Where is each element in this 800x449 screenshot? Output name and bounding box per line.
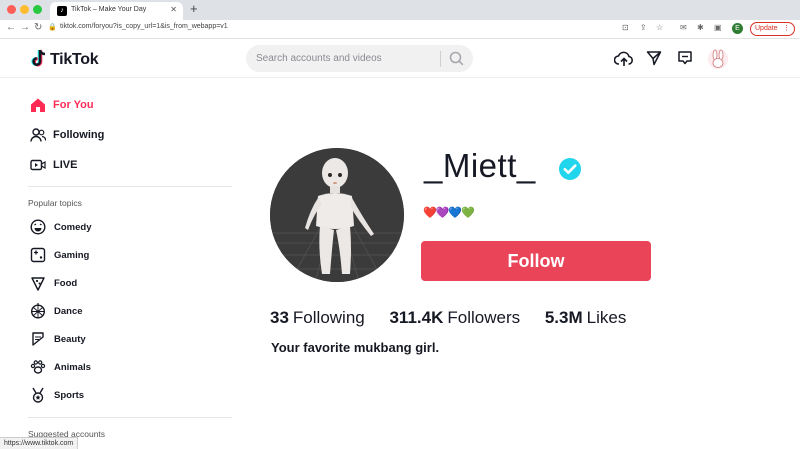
topic-label: Food: [54, 278, 78, 289]
browser-tabbar: ♪ TikTok – Make Your Day ✕ +: [0, 0, 800, 20]
tab-close-icon[interactable]: ✕: [170, 5, 177, 14]
followers-stat[interactable]: 311.4K Followers: [389, 308, 520, 328]
home-icon: [31, 98, 45, 112]
close-window-button[interactable]: [7, 5, 16, 14]
browser-tab[interactable]: ♪ TikTok – Make Your Day ✕: [50, 2, 183, 20]
profile-hearts: ❤️💜💙💚: [423, 207, 475, 219]
topic-label: Gaming: [54, 250, 90, 261]
extensions-icon[interactable]: ✱: [697, 23, 704, 32]
profile-avatar[interactable]: [270, 148, 404, 282]
logo-text: TikTok: [50, 51, 99, 68]
dance-icon: [30, 303, 46, 319]
popular-topics-title: Popular topics: [28, 198, 82, 208]
topic-label: Sports: [54, 390, 85, 401]
nav-label: Following: [53, 129, 105, 141]
profile-username: _Miett_: [424, 147, 536, 184]
update-button[interactable]: Update ⋮: [750, 22, 795, 36]
beauty-icon: [32, 332, 44, 346]
mail-icon[interactable]: ✉: [680, 23, 687, 32]
address-bar[interactable]: tiktok.com/foryou?is_copy_url=1&is_from_…: [60, 23, 228, 30]
sports-icon: [32, 387, 44, 403]
share-icon[interactable]: ⇪: [640, 23, 647, 32]
tiktok-logo-icon: [31, 49, 46, 67]
bunny-avatar-icon: [708, 49, 728, 69]
send-icon[interactable]: [646, 50, 662, 66]
gaming-icon: [30, 247, 46, 263]
likes-stat: 5.3M Likes: [545, 308, 626, 328]
topic-label: Dance: [54, 306, 83, 317]
upload-icon[interactable]: [614, 50, 634, 68]
new-tab-button[interactable]: +: [190, 1, 198, 16]
topic-label: Animals: [54, 362, 91, 373]
search-divider: [440, 51, 441, 67]
profile-bio: Your favorite mukbang girl.: [271, 340, 440, 355]
bookmark-star-icon[interactable]: ☆: [656, 23, 663, 32]
stat-value: 33: [270, 308, 289, 327]
back-icon[interactable]: ←: [6, 22, 16, 33]
tab-title: TikTok – Make Your Day: [71, 6, 147, 13]
food-icon: [31, 277, 45, 291]
browser-profile-avatar[interactable]: E: [732, 23, 743, 34]
users-icon: [30, 128, 46, 142]
sidebar: For You Following LIVE Popular topics Co…: [0, 79, 240, 449]
status-url: https://www.tiktok.com: [0, 437, 79, 449]
stat-label: Following: [292, 308, 365, 327]
profile-stats: 33 Following 311.4K Followers 5.3M Likes: [270, 308, 646, 328]
search-bar[interactable]: [246, 45, 473, 72]
sidebar-divider: [28, 186, 232, 187]
nav-label: LIVE: [53, 159, 78, 171]
tiktok-favicon-icon: ♪: [57, 6, 67, 16]
sidebar-divider: [28, 417, 232, 418]
minimize-window-button[interactable]: [20, 5, 29, 14]
search-icon[interactable]: [449, 51, 464, 66]
following-stat[interactable]: 33 Following: [270, 308, 365, 328]
topic-label: Beauty: [54, 334, 86, 345]
topic-label: Comedy: [54, 222, 92, 233]
browser-toolbar: ← → ↻ 🔒 tiktok.com/foryou?is_copy_url=1&…: [0, 20, 800, 39]
follow-button[interactable]: Follow: [421, 241, 651, 281]
sidebar-icon[interactable]: ▣: [714, 23, 722, 32]
live-icon: [30, 159, 46, 171]
site-header: TikTok: [0, 40, 800, 78]
reload-icon[interactable]: ↻: [34, 22, 42, 33]
stat-label: Likes: [586, 308, 627, 327]
forward-icon[interactable]: →: [20, 22, 30, 33]
lock-icon[interactable]: 🔒: [48, 23, 57, 31]
search-input[interactable]: [256, 51, 436, 66]
update-label: Update: [755, 25, 778, 32]
stat-value: 311.4K: [389, 308, 444, 327]
comedy-icon: [30, 219, 46, 235]
stat-value: 5.3M: [544, 308, 583, 327]
maximize-window-button[interactable]: [33, 5, 42, 14]
user-avatar[interactable]: [708, 49, 728, 69]
3d-figure-avatar-icon: [270, 148, 404, 282]
nav-label: For You: [53, 99, 94, 111]
kebab-menu-icon: ⋮: [783, 25, 790, 32]
install-icon[interactable]: ⊡: [622, 23, 629, 32]
stat-label: Followers: [447, 308, 521, 327]
inbox-icon[interactable]: [677, 50, 693, 66]
verified-badge-icon: [559, 158, 581, 180]
animals-icon: [30, 360, 46, 374]
